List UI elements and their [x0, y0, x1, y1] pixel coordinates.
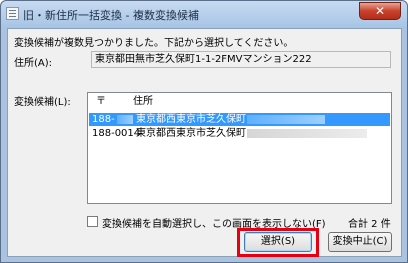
address-label: 住所(A): — [14, 58, 53, 69]
total-count: 合計 2 件 — [348, 219, 391, 230]
auto-select-checkbox[interactable] — [87, 216, 98, 227]
highlight-frame — [237, 228, 319, 257]
column-zip[interactable]: 〒 — [96, 93, 106, 110]
app-icon — [6, 7, 19, 20]
list-item-address: 東京都西東京市芝久保町 — [136, 128, 246, 139]
dialog-window: 旧・新住所一括変換 - 複数変換候補 ✕ 変換候補が複数見つかりました。下記から… — [0, 0, 408, 263]
list-header: 〒 住所 — [88, 93, 391, 110]
redacted-address-block — [247, 129, 367, 138]
redacted-zip-block — [117, 115, 133, 124]
list-item-1[interactable]: 188- 東京都西東京市芝久保町 — [89, 113, 390, 126]
candidates-label: 変換候補(L): — [14, 97, 71, 108]
column-address[interactable]: 住所 — [133, 93, 153, 110]
list-item-2[interactable]: 188-0014 東京都西東京市芝久保町 — [89, 127, 390, 140]
dialog-body: 変換候補が複数見つかりました。下記から選択してください。 住所(A): 東京都田… — [7, 28, 402, 257]
list-item-zip: 188- — [92, 114, 115, 125]
close-button[interactable]: ✕ — [359, 2, 401, 20]
title-bar[interactable]: 旧・新住所一括変換 - 複数変換候補 ✕ — [1, 1, 407, 27]
window-title: 旧・新住所一括変換 - 複数変換候補 — [23, 9, 199, 22]
candidates-list[interactable]: 〒 住所 188- 東京都西東京市芝久保町 188-0014 東京都西東京市芝久… — [87, 92, 392, 204]
cancel-button[interactable]: 変換中止(C) — [328, 232, 392, 252]
list-item-address: 東京都西東京市芝久保町 — [136, 114, 246, 125]
instruction-message: 変換候補が複数見つかりました。下記から選択してください。 — [14, 38, 294, 49]
list-item-zip: 188-0014 — [92, 128, 141, 139]
address-field: 東京都田無市芝久保町1-1-2FMVマンション222 — [91, 51, 391, 68]
redacted-address-block — [247, 115, 325, 124]
